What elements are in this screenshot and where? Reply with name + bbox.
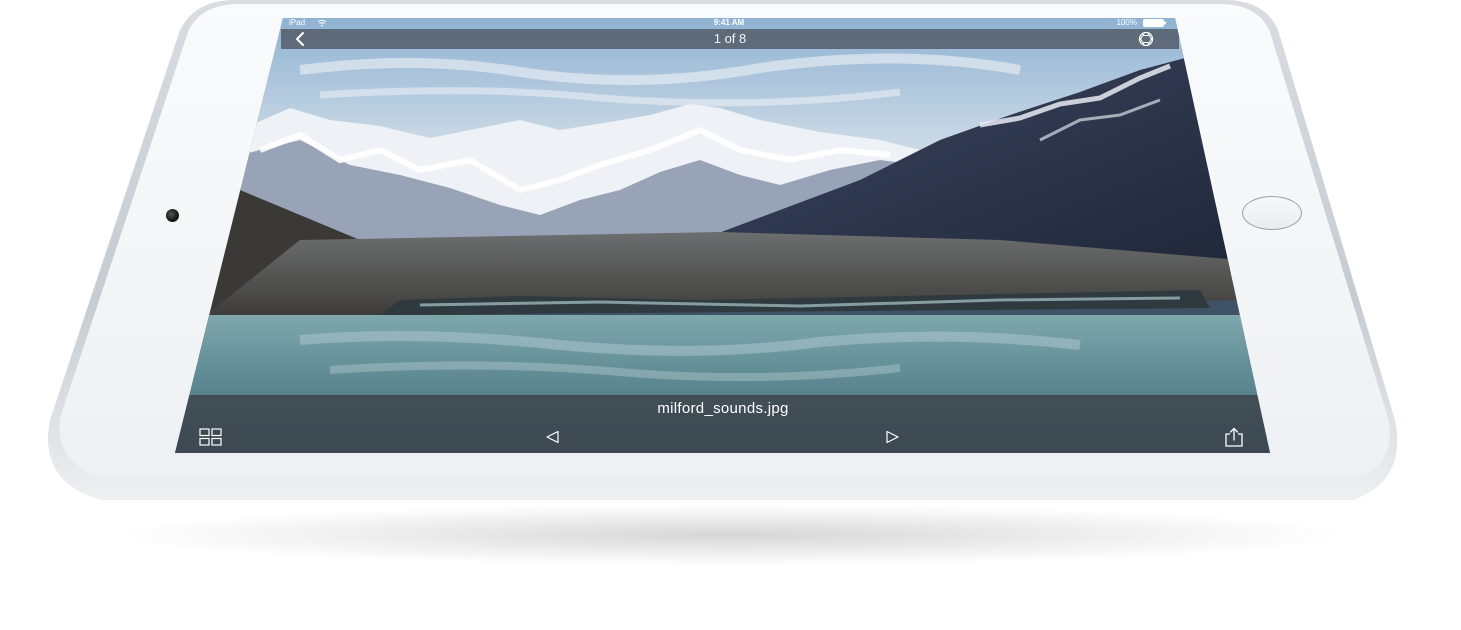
file-name: milford_sounds.jpg — [657, 400, 789, 417]
share-icon[interactable] — [1223, 427, 1245, 447]
status-time: 9:41 AM — [713, 18, 745, 27]
grid-icon[interactable] — [199, 428, 223, 446]
triangle-right-icon[interactable] — [884, 430, 900, 444]
battery-percent: 100% — [1116, 18, 1137, 27]
status-bar: iPad 9:41 AM 100% — [283, 18, 1175, 29]
home-button[interactable] — [1242, 196, 1302, 230]
aperture-icon[interactable] — [1136, 31, 1156, 47]
product-hero: iPad 9:41 AM 100% 1 of 8 milford_sounds.… — [0, 0, 1461, 630]
bottom-toolbar: milford_sounds.jpg — [175, 395, 1270, 453]
triangle-left-icon[interactable] — [545, 430, 561, 444]
page-counter: 1 of 8 — [713, 31, 747, 46]
front-camera — [166, 209, 179, 222]
navigation-bar: 1 of 8 — [281, 29, 1179, 49]
battery-icon — [1143, 19, 1166, 27]
